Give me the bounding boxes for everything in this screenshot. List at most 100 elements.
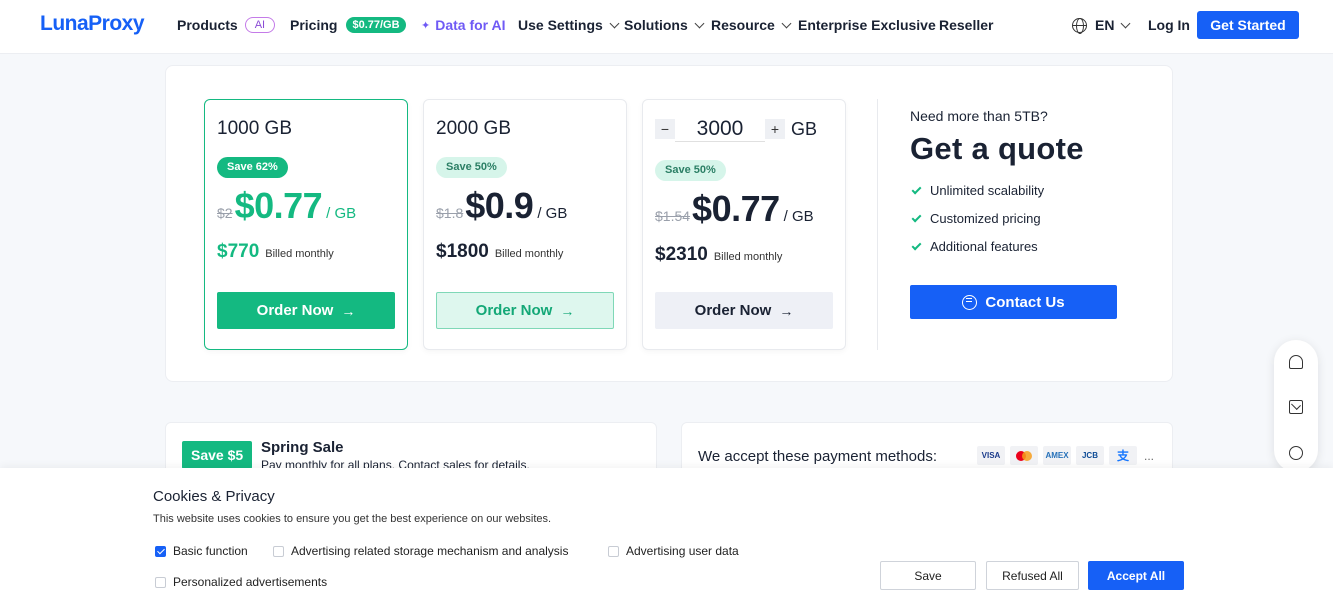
check-icon — [911, 240, 922, 250]
login-label: Log In — [1148, 17, 1190, 33]
amex-icon: AMEX — [1043, 446, 1071, 465]
feature-label: Additional features — [930, 239, 1038, 254]
quantity-stepper: − + GB — [655, 116, 817, 142]
order-now-button[interactable]: Order Now → — [655, 292, 833, 329]
quantity-unit: GB — [791, 118, 818, 139]
price-unit: / GB — [326, 205, 357, 222]
get-started-button[interactable]: Get Started — [1197, 11, 1299, 39]
nav-use-settings-label: Use Settings — [518, 17, 603, 33]
globe-icon — [1072, 17, 1087, 34]
billed-row: $770 Billed monthly — [217, 241, 334, 263]
jcb-label: JCB — [1081, 451, 1098, 460]
save-badge: Save 62% — [217, 157, 288, 178]
more-icon: ... — [1144, 449, 1155, 463]
decrement-button[interactable]: − — [655, 119, 675, 139]
old-price: $1.54 — [655, 208, 691, 224]
order-now-label: Order Now — [694, 302, 772, 319]
billed-row: $2310 Billed monthly — [655, 244, 782, 266]
alipay-icon: 支 — [1109, 446, 1137, 465]
cookie-option-label: Advertising related storage mechanism an… — [291, 544, 569, 558]
order-now-button[interactable]: Order Now → — [436, 292, 614, 329]
nav-pricing-label: Pricing — [290, 17, 338, 33]
cookie-option-ad-storage[interactable]: Advertising related storage mechanism an… — [273, 544, 568, 558]
order-now-button[interactable]: Order Now → — [217, 292, 395, 329]
nav-resource[interactable]: Resource — [711, 17, 792, 33]
plan-card-custom[interactable]: − + GB Save 50% $1.54 $0.77 / GB $2310 B… — [642, 99, 846, 350]
chat-icon — [962, 294, 978, 310]
quote-title: Get a quote — [910, 131, 1084, 166]
arrow-right-icon: → — [560, 302, 575, 319]
cookie-title: Cookies & Privacy — [153, 488, 275, 505]
quantity-input[interactable] — [675, 116, 765, 142]
save-badge: Save 50% — [655, 160, 726, 181]
cookie-accept-button[interactable]: Accept All — [1088, 561, 1184, 590]
contact-us-button[interactable]: Contact Us — [910, 285, 1117, 319]
nav-enterprise[interactable]: Enterprise Exclusive — [798, 17, 936, 33]
mastercard-icon — [1010, 446, 1038, 465]
nav-data-for-ai[interactable]: ✦ Data for AI — [421, 17, 506, 33]
pricing-badge: $0.77/GB — [346, 17, 406, 33]
nav-enterprise-label: Enterprise Exclusive — [798, 17, 936, 33]
nav-solutions[interactable]: Solutions — [624, 17, 705, 33]
nav-reseller[interactable]: Reseller — [939, 17, 993, 33]
plan-card-1000gb[interactable]: 1000 GB Save 62% $2 $0.77 / GB $770 Bill… — [204, 99, 408, 350]
total-price: $1800 — [436, 241, 489, 262]
sale-badge: Save $5 — [182, 441, 253, 469]
feature-item: Customized pricing — [911, 211, 1041, 226]
check-icon — [911, 212, 922, 222]
arrow-right-icon: → — [341, 302, 356, 319]
chevron-down-icon — [609, 18, 620, 28]
ai-badge: AI — [244, 17, 276, 33]
sparkle-icon: ✦ — [421, 19, 431, 32]
arrow-right-icon: → — [779, 302, 794, 319]
plan-title: 2000 GB — [436, 118, 511, 139]
login-link[interactable]: Log In — [1148, 17, 1190, 33]
contact-us-label: Contact Us — [985, 293, 1065, 311]
nav-solutions-label: Solutions — [624, 17, 688, 33]
whatsapp-icon[interactable] — [1289, 446, 1303, 460]
checkbox[interactable] — [273, 545, 284, 557]
cookie-option-basic[interactable]: Basic function — [155, 544, 248, 558]
nav-data-for-ai-label: Data for AI — [435, 17, 506, 33]
pricing-panel: 1000 GB Save 62% $2 $0.77 / GB $770 Bill… — [165, 65, 1173, 382]
nav-use-settings[interactable]: Use Settings — [518, 17, 620, 33]
bell-icon[interactable] — [1289, 355, 1303, 369]
visa-icon: VISA — [977, 446, 1005, 465]
language-selector[interactable]: EN — [1072, 17, 1131, 34]
payment-label: We accept these payment methods: — [698, 448, 938, 465]
plan-card-2000gb[interactable]: 2000 GB Save 50% $1.8 $0.9 / GB $1800 Bi… — [423, 99, 627, 350]
cookie-banner: Cookies & Privacy This website uses cook… — [0, 468, 1333, 602]
increment-button[interactable]: + — [765, 119, 785, 139]
cookie-refuse-button[interactable]: Refused All — [986, 561, 1079, 590]
logo[interactable]: LunaProxy — [40, 12, 145, 36]
divider — [877, 99, 878, 350]
cookie-option-label: Personalized advertisements — [173, 575, 328, 589]
visa-label: VISA — [981, 451, 1001, 460]
cookie-option-label: Basic function — [173, 544, 248, 558]
cookie-option-label: Advertising user data — [626, 544, 739, 558]
old-price: $2 — [217, 205, 233, 221]
checkbox[interactable] — [608, 545, 619, 557]
feature-label: Customized pricing — [930, 211, 1041, 226]
language-label: EN — [1095, 17, 1115, 33]
cookie-option-personalized[interactable]: Personalized advertisements — [155, 575, 327, 589]
floating-sidebar — [1274, 340, 1318, 472]
price-row: $2 $0.77 / GB — [217, 185, 356, 227]
feature-item: Unlimited scalability — [911, 183, 1044, 198]
mail-icon[interactable] — [1289, 400, 1303, 414]
chevron-down-icon — [694, 18, 705, 28]
cookie-option-ad-user-data[interactable]: Advertising user data — [608, 544, 739, 558]
checkbox[interactable] — [155, 576, 166, 588]
nav-products[interactable]: Products AI — [177, 17, 276, 33]
cookie-save-button[interactable]: Save — [880, 561, 976, 590]
checkbox-checked[interactable] — [155, 545, 166, 557]
price-unit: / GB — [537, 205, 568, 222]
jcb-icon: JCB — [1076, 446, 1104, 465]
save-badge: Save 50% — [436, 157, 507, 178]
mastercard-logo — [1016, 450, 1032, 461]
price-unit: / GB — [783, 208, 814, 225]
plan-title: 1000 GB — [217, 118, 292, 139]
nav-pricing[interactable]: Pricing $0.77/GB — [290, 17, 406, 33]
billed-label: Billed monthly — [713, 251, 783, 263]
chevron-down-icon — [781, 18, 792, 28]
